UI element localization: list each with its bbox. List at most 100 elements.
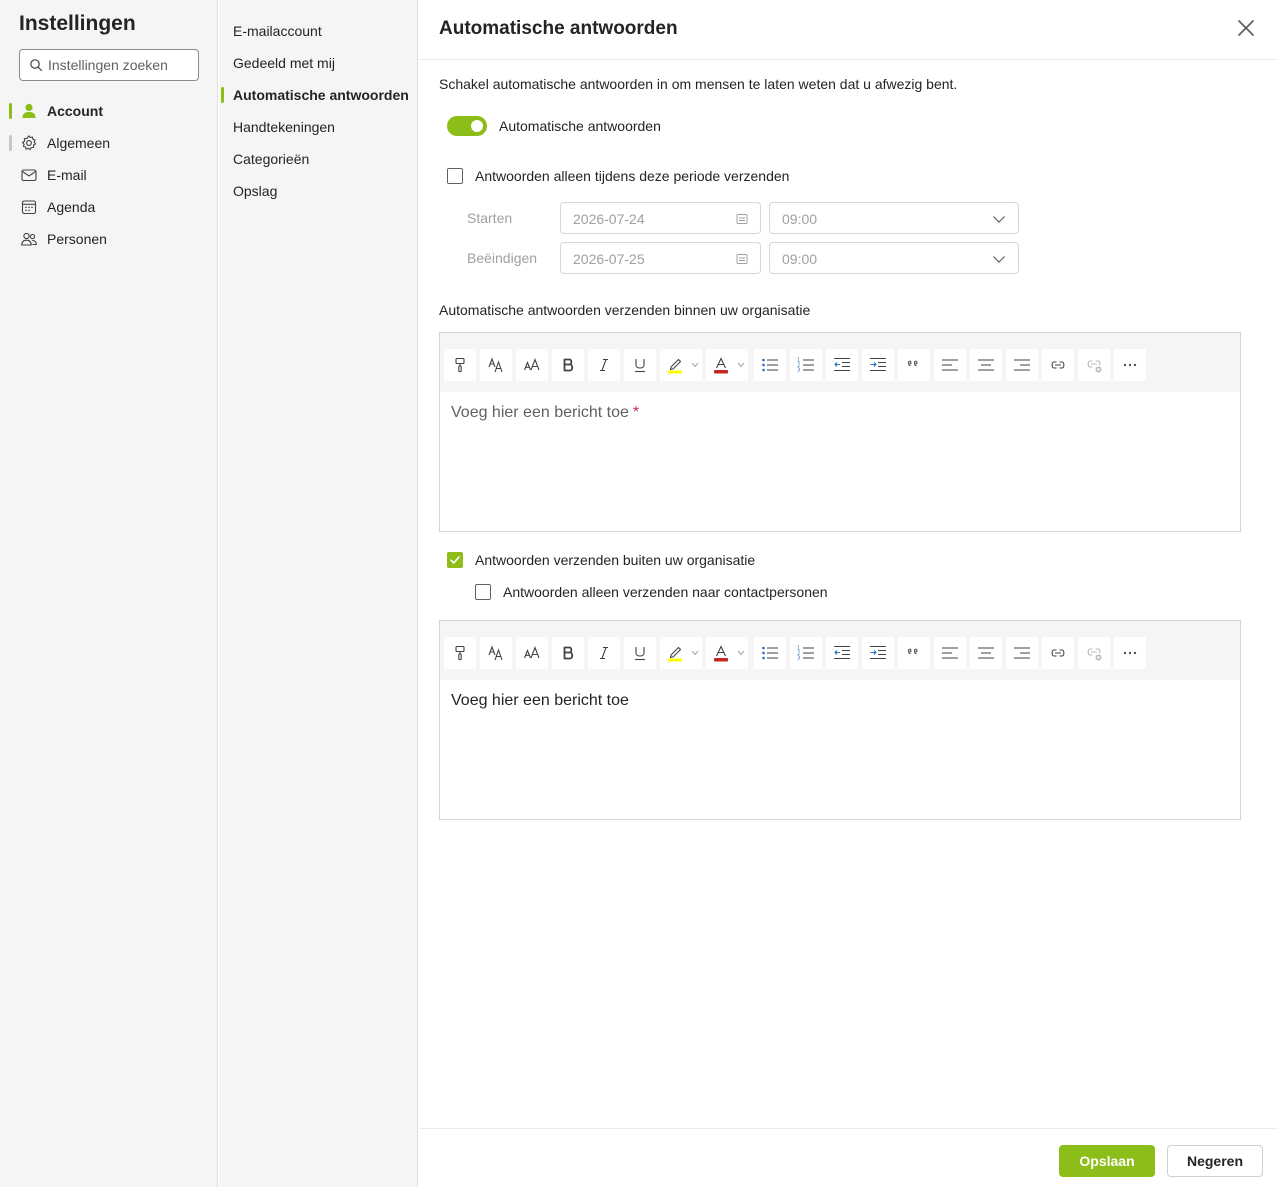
numbering-button[interactable]: 123: [790, 349, 822, 381]
more-options-button[interactable]: [1114, 637, 1146, 669]
settings-sidebar: Instellingen Account Algemeen E-mail Age…: [0, 0, 218, 1187]
quote-icon: [908, 648, 918, 655]
settings-window: Instellingen Account Algemeen E-mail Age…: [0, 0, 1278, 1187]
italic-button[interactable]: [588, 637, 620, 669]
formatting-toolbar: 123: [440, 621, 1240, 680]
subnav-item-automatic-replies[interactable]: Automatische antwoorden: [219, 79, 418, 111]
svg-text:3: 3: [797, 368, 800, 374]
sidebar-item-label: Algemeen: [47, 135, 111, 151]
format-painter-button[interactable]: [444, 637, 476, 669]
subnav-item-signatures[interactable]: Handtekeningen: [219, 111, 418, 143]
chevron-down-icon[interactable]: [737, 650, 745, 656]
subnav-item-categories[interactable]: Categorieën: [219, 143, 418, 175]
increase-indent-button[interactable]: [862, 637, 894, 669]
chevron-down-icon[interactable]: [691, 362, 699, 368]
calendar-icon: [736, 214, 748, 224]
sidebar-item-people[interactable]: Personen: [0, 223, 218, 255]
remove-link-button[interactable]: [1078, 637, 1110, 669]
panel-header: Automatische antwoorden: [419, 0, 1278, 60]
increase-indent-button[interactable]: [862, 349, 894, 381]
chevron-down-icon: [993, 216, 1005, 223]
align-right-icon: [1014, 359, 1030, 371]
font-size-button[interactable]: [516, 349, 548, 381]
bullets-button[interactable]: [754, 349, 786, 381]
quote-button[interactable]: [898, 349, 930, 381]
period-only-checkbox[interactable]: [447, 168, 463, 184]
format-painter-icon: [455, 645, 465, 661]
more-options-icon: [1123, 363, 1137, 367]
decrease-indent-button[interactable]: [826, 349, 858, 381]
highlight-button[interactable]: [660, 349, 702, 381]
font-color-button[interactable]: [706, 349, 748, 381]
close-icon[interactable]: [1234, 16, 1258, 40]
chevron-down-icon[interactable]: [737, 362, 745, 368]
numbering-button[interactable]: 123: [790, 637, 822, 669]
highlight-icon: [668, 358, 682, 374]
chevron-down-icon[interactable]: [691, 650, 699, 656]
bold-button[interactable]: [552, 637, 584, 669]
decrease-indent-icon: [834, 645, 850, 660]
underline-button[interactable]: [624, 637, 656, 669]
italic-icon: [600, 358, 608, 372]
sidebar-item-general[interactable]: Algemeen: [0, 127, 218, 159]
internal-message-body[interactable]: Voeg hier een bericht toe *: [440, 392, 1240, 531]
calendar-icon: [21, 200, 37, 215]
align-right-button[interactable]: [1006, 349, 1038, 381]
link-icon: [1051, 649, 1065, 657]
font-color-button[interactable]: [706, 637, 748, 669]
font-size-button[interactable]: [516, 637, 548, 669]
format-painter-icon: [455, 357, 465, 373]
italic-button[interactable]: [588, 349, 620, 381]
underline-button[interactable]: [624, 349, 656, 381]
end-time-select[interactable]: 09:00: [769, 242, 1019, 274]
subnav-item-label: Opslag: [233, 183, 278, 199]
automatic-replies-toggle[interactable]: [447, 116, 487, 136]
start-time-select[interactable]: 09:00: [769, 202, 1019, 234]
hover-indicator: [9, 135, 12, 151]
decrease-indent-button[interactable]: [826, 637, 858, 669]
contacts-only-checkbox[interactable]: [475, 584, 491, 600]
subnav-item-shared-with-me[interactable]: Gedeeld met mij: [219, 47, 418, 79]
quote-button[interactable]: [898, 637, 930, 669]
remove-link-icon: [1087, 648, 1102, 661]
external-replies-checkbox[interactable]: [447, 552, 463, 568]
settings-search[interactable]: [19, 49, 199, 81]
align-right-button[interactable]: [1006, 637, 1038, 669]
bold-button[interactable]: [552, 349, 584, 381]
remove-link-button[interactable]: [1078, 349, 1110, 381]
link-button[interactable]: [1042, 349, 1074, 381]
save-button[interactable]: Opslaan: [1059, 1145, 1155, 1177]
sidebar-item-account[interactable]: Account: [0, 95, 218, 127]
quote-icon: [908, 360, 918, 367]
align-left-button[interactable]: [934, 349, 966, 381]
description-text: Schakel automatische antwoorden in om me…: [439, 76, 958, 92]
toggle-knob: [471, 120, 483, 132]
discard-button[interactable]: Negeren: [1167, 1145, 1263, 1177]
decrease-indent-icon: [834, 357, 850, 372]
sidebar-item-label: Agenda: [47, 199, 96, 215]
sidebar-item-calendar[interactable]: Agenda: [0, 191, 218, 223]
end-date-input[interactable]: 2026-07-25: [560, 242, 761, 274]
align-center-button[interactable]: [970, 637, 1002, 669]
automatic-replies-panel: Automatische antwoorden Schakel automati…: [419, 0, 1278, 1187]
font-icon: [488, 357, 503, 373]
panel-footer: Opslaan Negeren: [419, 1128, 1278, 1187]
align-center-button[interactable]: [970, 349, 1002, 381]
align-left-button[interactable]: [934, 637, 966, 669]
format-painter-button[interactable]: [444, 349, 476, 381]
subnav-item-storage[interactable]: Opslag: [219, 175, 418, 207]
link-button[interactable]: [1042, 637, 1074, 669]
settings-search-input[interactable]: [48, 50, 194, 80]
more-options-button[interactable]: [1114, 349, 1146, 381]
start-date-input[interactable]: 2026-07-24: [560, 202, 761, 234]
gear-icon: [22, 135, 37, 151]
bullets-button[interactable]: [754, 637, 786, 669]
font-color-icon: [714, 645, 728, 662]
font-button[interactable]: [480, 349, 512, 381]
sidebar-item-label: E-mail: [47, 167, 87, 183]
sidebar-item-mail[interactable]: E-mail: [0, 159, 218, 191]
external-message-body[interactable]: Voeg hier een bericht toe: [440, 680, 1240, 819]
subnav-item-email-account[interactable]: E-mailaccount: [219, 15, 418, 47]
highlight-button[interactable]: [660, 637, 702, 669]
font-button[interactable]: [480, 637, 512, 669]
